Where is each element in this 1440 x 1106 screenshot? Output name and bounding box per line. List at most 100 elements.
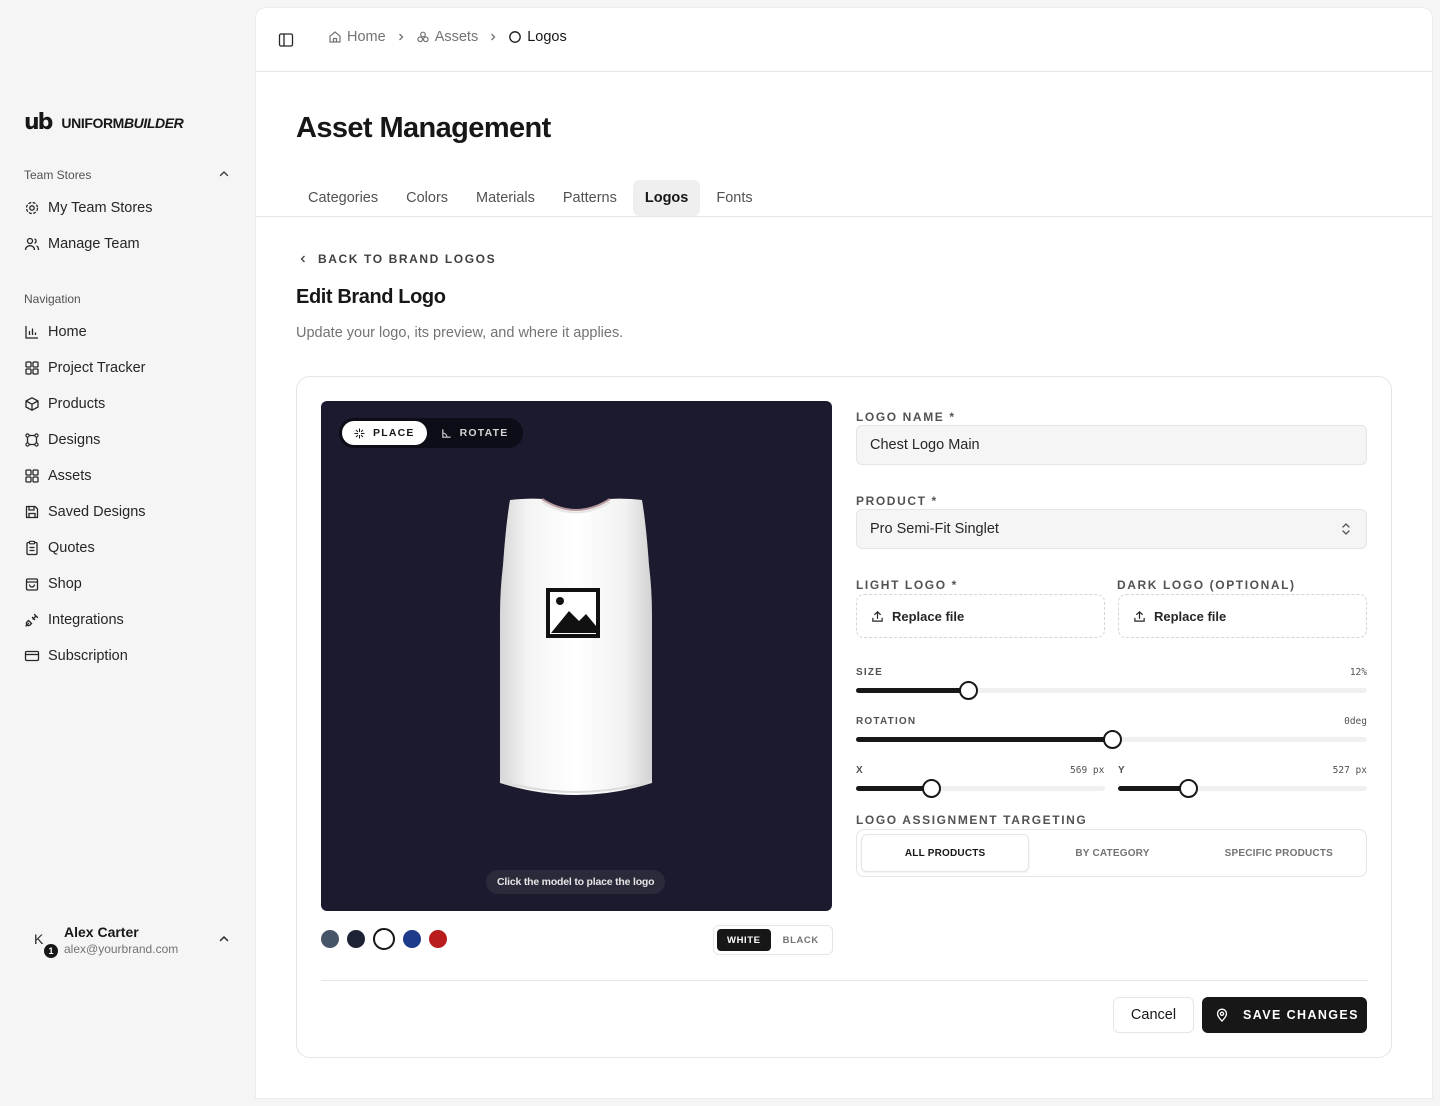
chevron-up-icon[interactable]	[218, 168, 230, 180]
navigation-heading: Navigation	[24, 292, 81, 306]
tone-black-button[interactable]: BLACK	[773, 929, 829, 951]
sidebar-toggle-icon[interactable]	[278, 32, 294, 48]
sidebar: ub UNIFORMBUILDER Team Stores My Team St…	[0, 0, 256, 1106]
tone-white-button[interactable]: WHITE	[717, 929, 771, 951]
upload-icon	[1134, 610, 1145, 622]
brand-mark: ub	[24, 110, 53, 135]
sidebar-item-assets[interactable]: Assets	[24, 464, 92, 488]
target-by-category-button[interactable]: BY CATEGORY	[1029, 834, 1195, 872]
clipboard-icon	[26, 540, 38, 556]
swatch-red[interactable]	[429, 930, 447, 948]
slider-thumb	[959, 681, 979, 700]
home-icon	[329, 31, 341, 43]
sidebar-item-subscription[interactable]: Subscription	[24, 644, 128, 668]
product-select[interactable]: Pro Semi-Fit Singlet	[856, 509, 1367, 549]
save-changes-button[interactable]: SAVE CHANGES	[1202, 997, 1367, 1033]
size-value: 12%	[1349, 667, 1367, 678]
size-slider[interactable]	[856, 680, 1367, 700]
sparkle-icon	[354, 427, 365, 439]
tab-categories[interactable]: Categories	[296, 180, 390, 216]
sidebar-item-label: Shop	[48, 576, 82, 592]
place-mode-button[interactable]: PLACE	[342, 421, 427, 445]
product-value: Pro Semi-Fit Singlet	[870, 521, 999, 537]
logo-preview-canvas[interactable]: PLACE ROTATE Click the model to place th…	[321, 401, 832, 911]
sidebar-item-label: Subscription	[48, 648, 128, 664]
swatch-slate[interactable]	[321, 930, 339, 948]
sidebar-item-label: Home	[48, 324, 87, 340]
logo-name-input[interactable]: Chest Logo Main	[856, 425, 1367, 465]
user-menu[interactable]: K 1 Alex Carter alex@yourbrand.com	[24, 920, 236, 960]
chevron-up-icon[interactable]	[218, 933, 230, 945]
sidebar-item-integrations[interactable]: Integrations	[24, 608, 124, 632]
card-divider	[321, 980, 1368, 981]
user-email: alex@yourbrand.com	[64, 942, 179, 956]
breadcrumb: Home Assets Logos	[328, 29, 567, 45]
garment-color-swatches	[321, 928, 447, 950]
tab-colors[interactable]: Colors	[394, 180, 460, 216]
dark-logo-replace-button[interactable]: Replace file	[1118, 594, 1367, 638]
sidebar-item-products[interactable]: Products	[24, 392, 105, 416]
breadcrumb-assets[interactable]: Assets	[416, 29, 478, 45]
top-bar: Home Assets Logos	[256, 8, 1432, 72]
rotation-label: ROTATION	[856, 716, 917, 727]
logo-name-label: LOGO NAME *	[856, 410, 956, 424]
target-specific-products-button[interactable]: SPECIFIC PRODUCTS	[1196, 834, 1362, 872]
sidebar-item-project-tracker[interactable]: Project Tracker	[24, 356, 146, 380]
sidebar-item-label: Quotes	[48, 540, 95, 556]
sidebar-item-label: Manage Team	[48, 236, 140, 252]
sidebar-item-home[interactable]: Home	[24, 320, 87, 344]
rotation-slider[interactable]	[856, 729, 1367, 749]
size-label: SIZE	[856, 667, 884, 678]
target-all-products-button[interactable]: ALL PRODUCTS	[861, 834, 1030, 872]
chart-icon	[25, 326, 38, 339]
frame-icon	[25, 433, 39, 447]
sidebar-item-label: Project Tracker	[48, 360, 146, 376]
sidebar-item-my-team-stores[interactable]: My Team Stores	[24, 196, 153, 220]
swatch-navy[interactable]	[347, 930, 365, 948]
plug-icon	[25, 613, 39, 627]
settings-icon	[25, 201, 39, 215]
grid-icon	[25, 469, 39, 483]
asset-tabs: Categories Colors Materials Patterns Log…	[296, 180, 765, 216]
breadcrumb-home[interactable]: Home	[328, 29, 386, 45]
user-name: Alex Carter	[64, 924, 139, 940]
upload-icon	[872, 610, 883, 622]
chevron-right-icon	[488, 32, 498, 42]
swatch-white[interactable]	[373, 928, 395, 950]
slider-thumb	[1102, 730, 1122, 749]
light-logo-replace-button[interactable]: Replace file	[856, 594, 1105, 638]
grid-icon	[25, 361, 39, 375]
singlet-model[interactable]	[496, 495, 656, 805]
tab-fonts[interactable]: Fonts	[704, 180, 764, 216]
y-label: Y	[1118, 765, 1126, 776]
credit-card-icon	[24, 650, 40, 662]
y-value: 527 px	[1332, 765, 1367, 776]
sidebar-item-saved-designs[interactable]: Saved Designs	[24, 500, 146, 524]
sidebar-item-shop[interactable]: Shop	[24, 572, 82, 596]
swatch-blue[interactable]	[403, 930, 421, 948]
tab-patterns[interactable]: Patterns	[551, 180, 629, 216]
save-icon	[25, 505, 39, 519]
sidebar-item-label: Integrations	[48, 612, 124, 628]
cancel-button[interactable]: Cancel	[1113, 997, 1194, 1033]
rotation-value: 0deg	[1344, 716, 1367, 727]
sidebar-item-quotes[interactable]: Quotes	[24, 536, 95, 560]
chevron-left-icon	[300, 255, 305, 263]
y-position-slider[interactable]	[1118, 778, 1367, 798]
tab-materials[interactable]: Materials	[464, 180, 547, 216]
back-to-brand-logos-link[interactable]: BACK TO BRAND LOGOS	[298, 252, 496, 266]
rotate-mode-button[interactable]: ROTATE	[429, 421, 521, 445]
assets-icon	[416, 31, 429, 43]
x-position-slider[interactable]	[856, 778, 1105, 798]
targeting-label: LOGO ASSIGNMENT TARGETING	[856, 813, 1088, 827]
sidebar-item-label: Designs	[48, 432, 101, 448]
light-logo-label: LIGHT LOGO *	[856, 578, 958, 592]
avatar: K	[34, 931, 44, 947]
sidebar-item-label: Saved Designs	[48, 504, 146, 520]
tab-logos[interactable]: Logos	[632, 180, 701, 216]
circle-icon	[509, 31, 522, 43]
brand-logo[interactable]: ub UNIFORMBUILDER	[24, 110, 184, 135]
users-icon	[24, 237, 40, 251]
sidebar-item-manage-team[interactable]: Manage Team	[24, 232, 140, 256]
sidebar-item-designs[interactable]: Designs	[24, 428, 100, 452]
